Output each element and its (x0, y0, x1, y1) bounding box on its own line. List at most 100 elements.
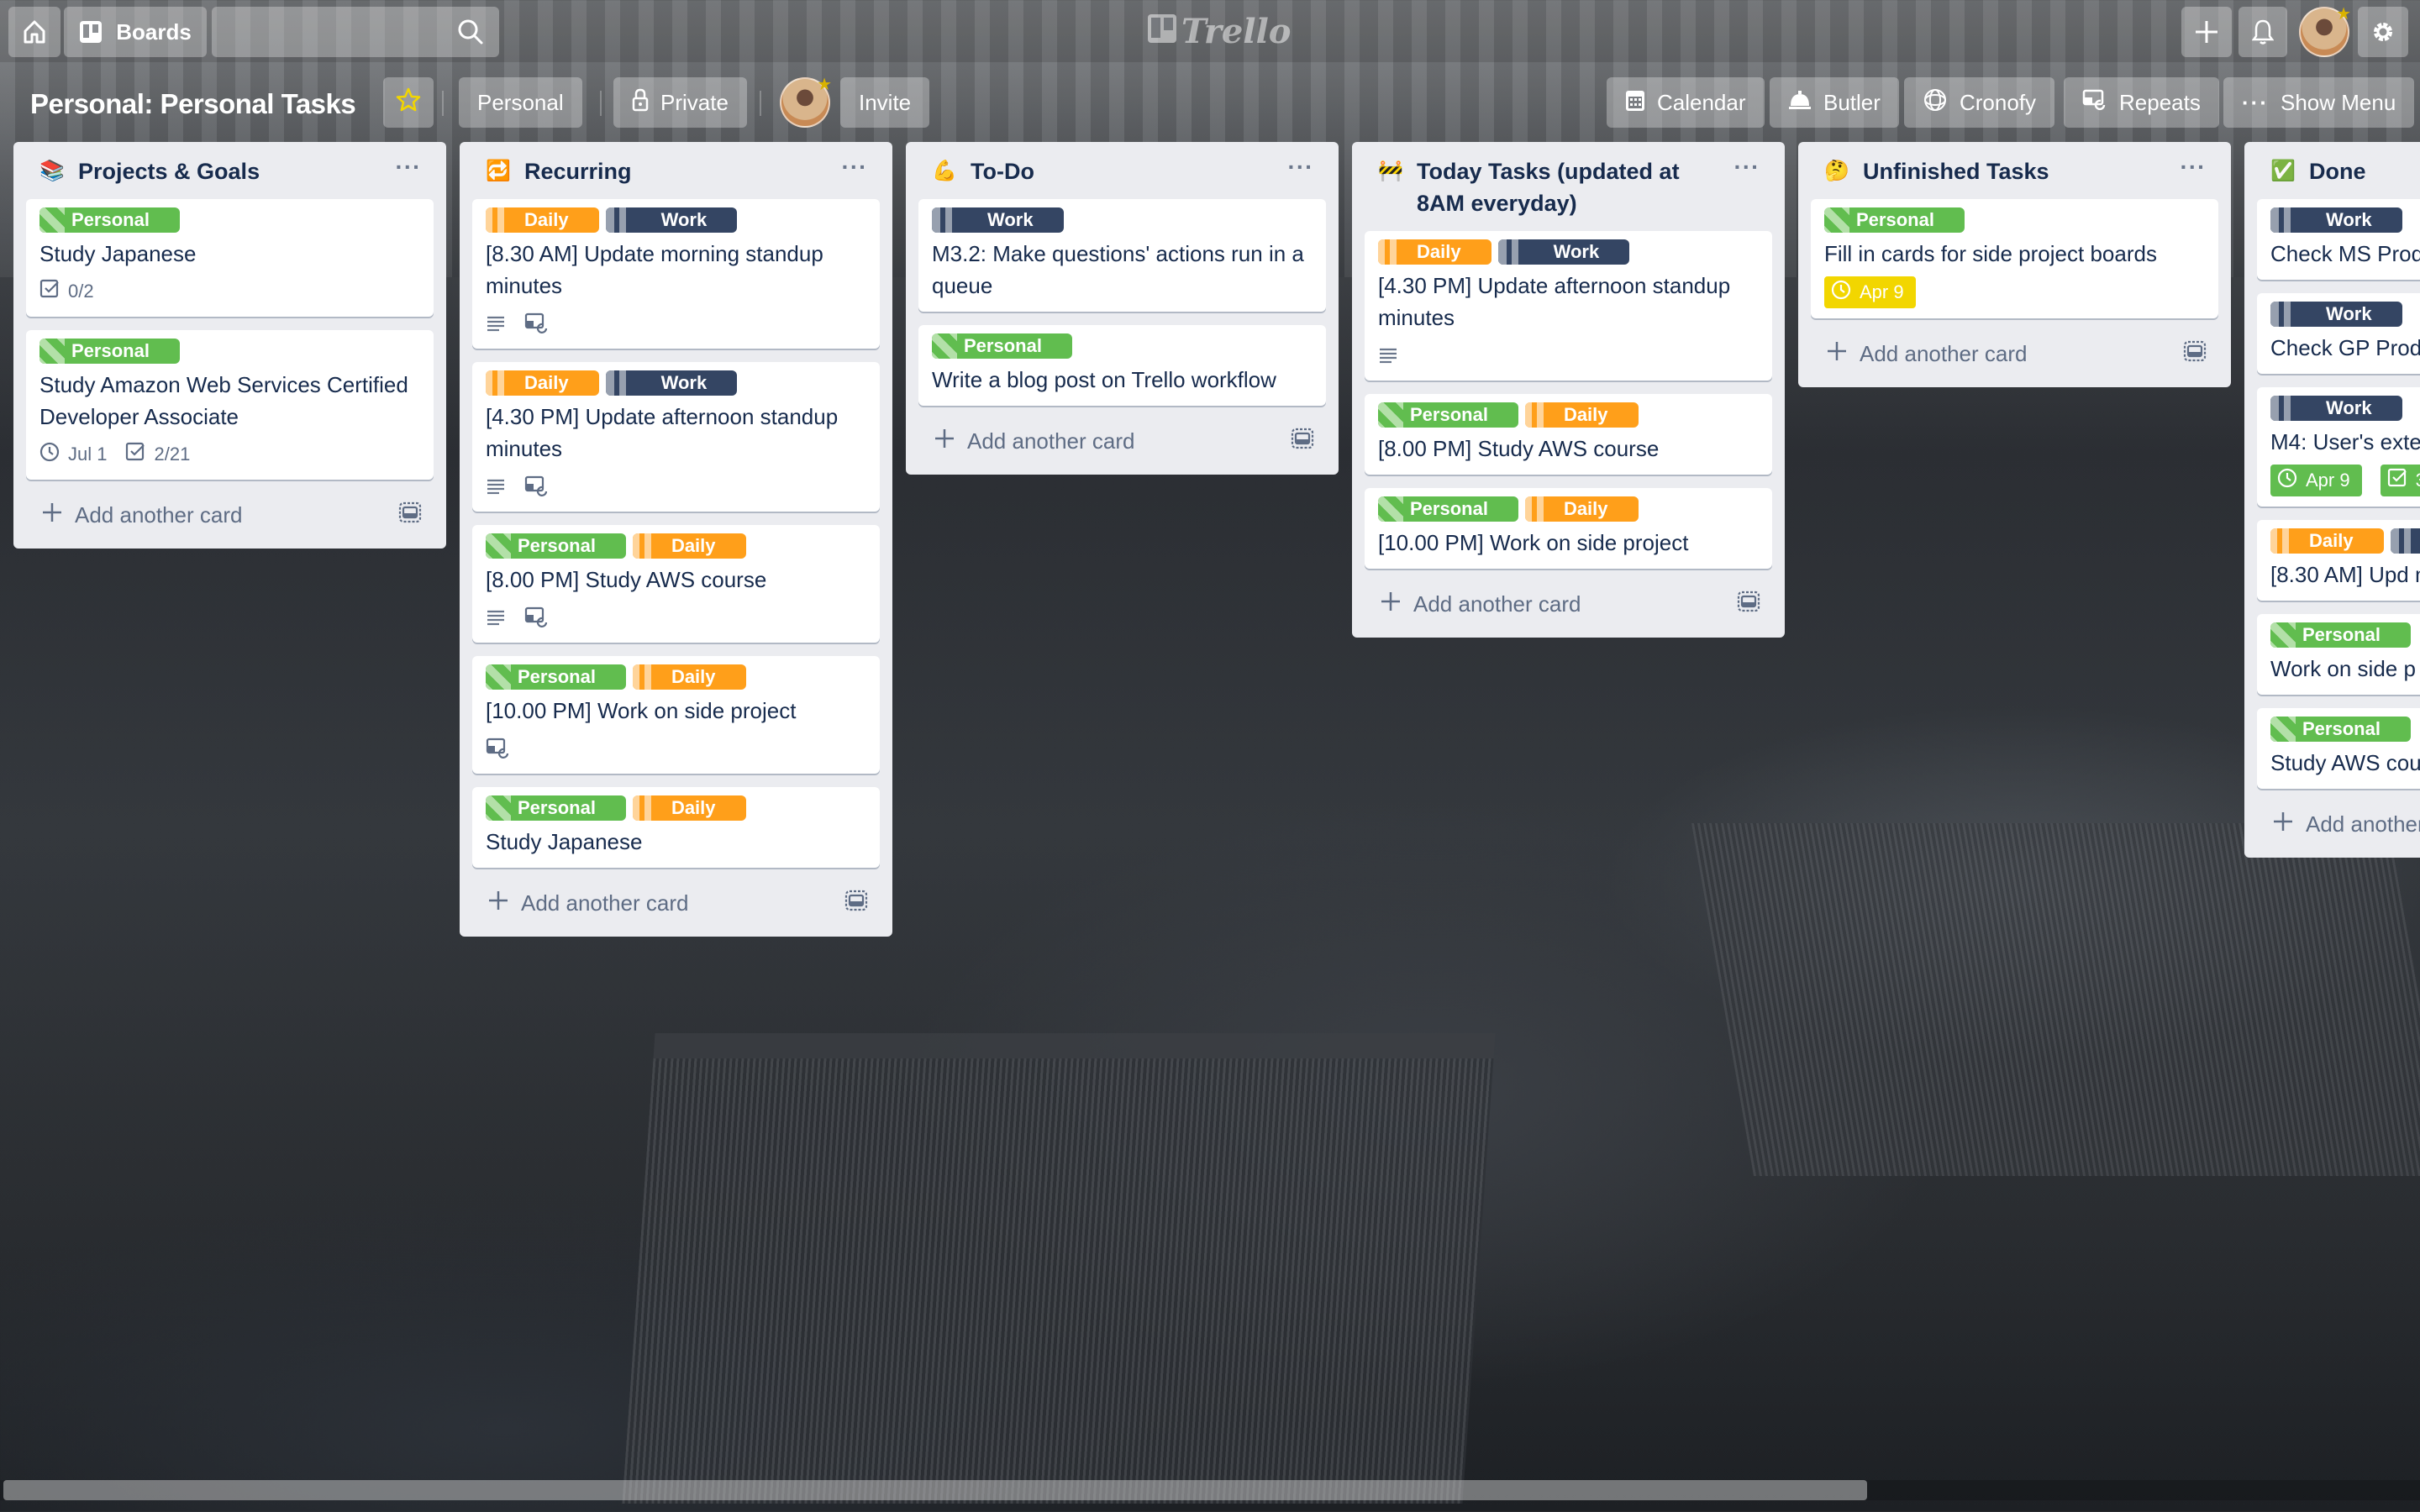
card[interactable]: Personal Study Japanese 0/2 (26, 199, 434, 317)
list-menu-button[interactable]: ··· (2176, 155, 2210, 187)
label-personal[interactable]: Personal (1824, 207, 1965, 233)
invite-button[interactable]: Invite (840, 77, 930, 128)
settings-button[interactable] (2358, 7, 2408, 57)
list-header[interactable]: 🚧 Today Tasks (updated at 8AM everyday) ··… (1365, 142, 1772, 231)
label-daily[interactable]: Daily (1524, 402, 1639, 428)
label-personal[interactable]: Personal (39, 207, 180, 233)
list-header[interactable]: ✅Done··· (2257, 142, 2420, 199)
list-title[interactable]: Unfinished Tasks (1863, 155, 2049, 187)
card[interactable]: Personal Daily [10.00 PM] Work on side pro… (472, 656, 880, 774)
list-header[interactable]: 🤔 Unfinished Tasks ··· (1811, 142, 2218, 199)
show-menu-button[interactable]: ··· Show Menu (2223, 77, 2415, 128)
label-personal[interactable]: Personal (932, 333, 1072, 359)
label-work[interactable]: Work (932, 207, 1064, 233)
card[interactable]: Personal Fill in cards for side project b… (1811, 199, 2218, 318)
label-personal[interactable]: Personal (486, 533, 626, 559)
add-card-composer: Add another card (918, 419, 1326, 466)
label-daily[interactable]: Daily (1524, 496, 1639, 522)
list-header[interactable]: 🔁 Recurring ··· (472, 142, 880, 199)
add-card-button[interactable]: Add another card (41, 501, 242, 529)
card[interactable]: Personal Study AWS cou (2257, 708, 2420, 789)
add-card-button[interactable]: Add another card (487, 890, 688, 917)
repeats-powerup-button[interactable]: Repeats (2064, 77, 2219, 128)
add-card-button[interactable]: Add another card (1826, 340, 2027, 368)
search-icon[interactable] (457, 18, 484, 50)
trello-logo[interactable]: Trello (1148, 10, 1291, 52)
list-title[interactable]: To-Do (971, 155, 1034, 187)
card[interactable]: Work M4: User's exte and preview res Apr 9… (2257, 387, 2420, 507)
list-header[interactable]: 📚 Projects & Goals ··· (26, 142, 434, 199)
due-date-badge[interactable]: Apr 9 (1824, 276, 1916, 308)
card[interactable]: Daily Work [4.30 PM] Update afternoon stan… (472, 362, 880, 512)
label-work[interactable]: Work (605, 370, 738, 396)
card[interactable]: Work Check GP Prod (2257, 293, 2420, 374)
boards-button[interactable]: Boards (64, 7, 207, 57)
card[interactable]: Work M3.2: Make questions' actions run in… (918, 199, 1326, 312)
star-board-button[interactable] (383, 77, 434, 128)
label-work[interactable]: Work (605, 207, 738, 233)
list-menu-button[interactable]: ··· (1284, 155, 1318, 187)
user-avatar[interactable]: ★ (2299, 5, 2351, 57)
label-daily[interactable]: Daily (486, 207, 599, 233)
card-template-icon[interactable] (1291, 428, 1314, 455)
notifications-button[interactable] (2238, 7, 2287, 57)
team-button[interactable]: Personal (459, 77, 582, 128)
due-date-badge[interactable]: Apr 9 (2270, 465, 2362, 496)
due-date-badge[interactable]: Jul 1 (39, 442, 107, 467)
card[interactable]: Personal Daily [8.00 PM] Study AWS course (472, 525, 880, 643)
label-daily[interactable]: Daily (632, 664, 746, 690)
list-menu-button[interactable]: ··· (392, 155, 425, 187)
card[interactable]: Personal Study Amazon Web Services Certif… (26, 330, 434, 480)
label-personal[interactable]: Personal (2270, 622, 2411, 648)
board-title[interactable]: Personal: Personal Tasks (30, 84, 356, 124)
card[interactable]: Daily Work [8.30 AM] Update morning standu… (472, 199, 880, 349)
label-personal[interactable]: Personal (486, 795, 626, 821)
card[interactable]: Daily Work [4.30 PM] Update afternoon stan… (1365, 231, 1772, 381)
add-card-button[interactable]: Add another card (2272, 811, 2420, 838)
card[interactable]: DailyWork [8.30 AM] Upd minutes (2257, 520, 2420, 601)
label-daily[interactable]: Daily (486, 370, 599, 396)
label-daily[interactable]: Daily (632, 795, 746, 821)
search-input[interactable] (212, 7, 499, 57)
card[interactable]: Personal Daily [10.00 PM] Work on side pro… (1365, 488, 1772, 569)
label-personal[interactable]: Personal (2270, 717, 2411, 742)
label-personal[interactable]: Personal (486, 664, 626, 690)
label-personal[interactable]: Personal (39, 339, 180, 364)
label-daily[interactable]: Daily (2270, 528, 2384, 554)
card[interactable]: Personal Daily Study Japanese (472, 787, 880, 868)
card[interactable]: Personal Daily [8.00 PM] Study AWS course (1365, 394, 1772, 475)
label-personal[interactable]: Personal (1378, 402, 1518, 428)
horizontal-scrollbar-thumb[interactable] (3, 1480, 1867, 1500)
butler-powerup-button[interactable]: Butler (1770, 77, 1899, 128)
card[interactable]: Personal Work on side p (2257, 614, 2420, 695)
board-member-avatar[interactable]: ★ (780, 76, 832, 128)
label-personal[interactable]: Personal (1378, 496, 1518, 522)
label-work[interactable]: Work (2270, 396, 2402, 421)
calendar-powerup-button[interactable]: Calendar (1607, 77, 1765, 128)
card-template-icon[interactable] (844, 890, 868, 917)
add-card-button[interactable]: Add another card (1380, 591, 1581, 618)
visibility-button[interactable]: Private (613, 77, 747, 128)
list-title[interactable]: Today Tasks (updated at 8AM everyday) (1417, 155, 1713, 219)
home-button[interactable] (8, 7, 60, 57)
list-title[interactable]: Recurring (524, 155, 632, 187)
label-work[interactable]: Work (2270, 302, 2402, 327)
list-title[interactable]: Projects & Goals (78, 155, 260, 187)
list-title[interactable]: Done (2309, 155, 2366, 187)
card[interactable]: Work Check MS Prod (2257, 199, 2420, 280)
card-template-icon[interactable] (1737, 591, 1760, 618)
list-menu-button[interactable]: ··· (1730, 155, 1764, 187)
list-header[interactable]: 💪 To-Do ··· (918, 142, 1326, 199)
create-button[interactable] (2181, 7, 2232, 57)
card-template-icon[interactable] (2183, 340, 2207, 368)
label-work[interactable]: Work (1497, 239, 1630, 265)
list-menu-button[interactable]: ··· (838, 155, 871, 187)
card-template-icon[interactable] (398, 501, 422, 529)
cronofy-powerup-button[interactable]: Cronofy (1904, 77, 2055, 128)
card[interactable]: Personal Write a blog post on Trello work… (918, 325, 1326, 406)
label-work[interactable]: Work (2270, 207, 2402, 233)
label-daily[interactable]: Daily (632, 533, 746, 559)
add-card-button[interactable]: Add another card (934, 428, 1134, 455)
label-daily[interactable]: Daily (1378, 239, 1491, 265)
label-work[interactable]: Work (2390, 528, 2420, 554)
